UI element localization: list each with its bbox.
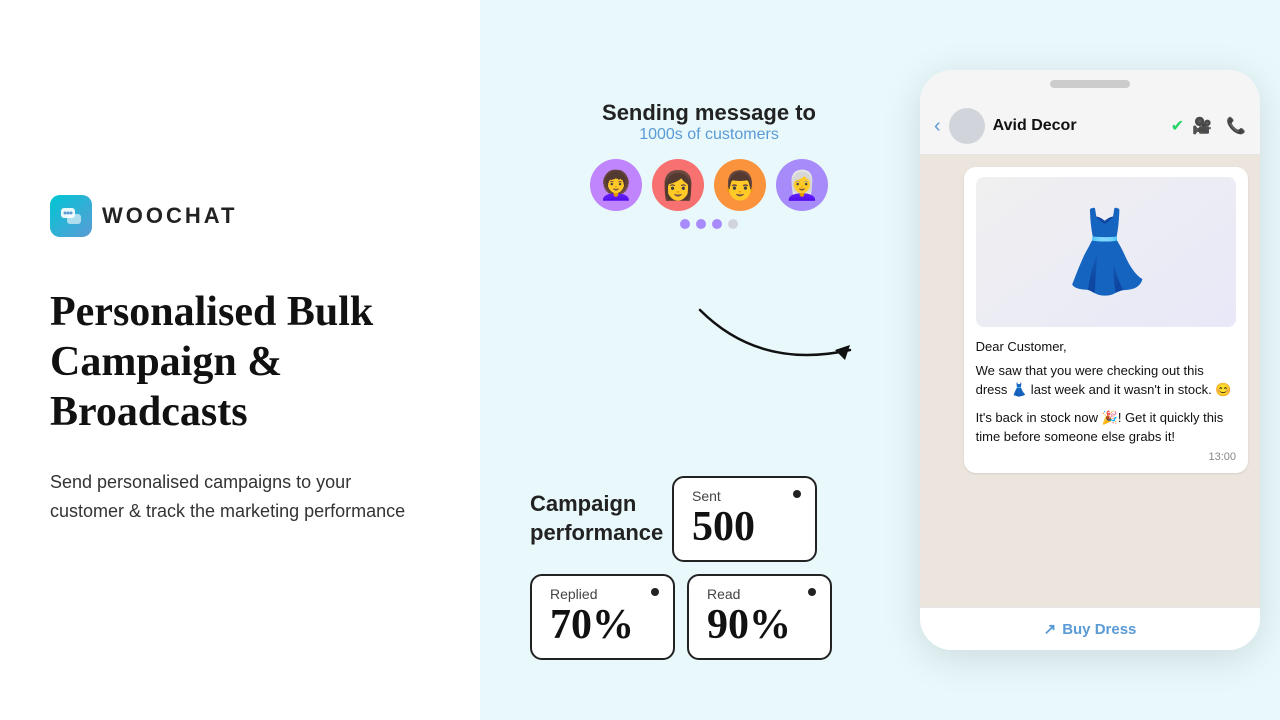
avatar-4: 👩‍🦳 xyxy=(776,159,828,211)
replied-label: Replied xyxy=(550,586,655,602)
read-dot xyxy=(808,588,816,596)
logo-text: WOOCHAT xyxy=(102,203,237,229)
phone-status-bar xyxy=(920,70,1260,98)
header-icons: 🎥 📞 xyxy=(1192,116,1246,136)
replied-value: 70% xyxy=(550,602,655,648)
headline: Personalised Bulk Campaign & Broadcasts xyxy=(50,287,430,438)
left-panel: WOOCHAT Personalised Bulk Campaign & Bro… xyxy=(0,0,480,720)
dot-1 xyxy=(680,219,690,229)
chat-bubble: 👗 Dear Customer, We saw that you were ch… xyxy=(964,167,1248,473)
stat-replied-card: Replied 70% xyxy=(530,574,675,660)
avatar-3: 👨 xyxy=(714,159,766,211)
phone-header: ‹ Avid Decor ✔ 🎥 📞 xyxy=(920,98,1260,155)
avatars-row: 👩‍🦱 👩 👨 👩‍🦳 xyxy=(590,159,828,211)
sending-block: Sending message to 1000s of customers 👩‍… xyxy=(590,100,828,229)
right-panel: Sending message to 1000s of customers 👩‍… xyxy=(480,0,1280,720)
dots-row xyxy=(590,219,828,229)
stats-top-row: Campaign performance Sent 500 xyxy=(530,476,832,562)
stat-read-card: Read 90% xyxy=(687,574,832,660)
chat-line3: It's back in stock now 🎉! Get it quickly… xyxy=(976,408,1236,447)
sending-subtitle: 1000s of customers xyxy=(590,126,828,144)
subtext: Send personalised campaigns to your cust… xyxy=(50,468,430,526)
buy-dress-bar[interactable]: ↗ Buy Dress xyxy=(920,607,1260,650)
sending-title: Sending message to xyxy=(590,100,828,126)
sent-dot xyxy=(793,490,801,498)
stat-sent-card: Sent 500 xyxy=(672,476,817,562)
avatar-1: 👩‍🦱 xyxy=(590,159,642,211)
sent-value: 500 xyxy=(692,504,797,550)
buy-dress-label: Buy Dress xyxy=(1062,621,1136,638)
replied-dot xyxy=(651,588,659,596)
chat-line2: We saw that you were checking out this d… xyxy=(976,361,1236,400)
phone-call-icon[interactable]: 📞 xyxy=(1226,116,1246,136)
read-value: 90% xyxy=(707,602,812,648)
campaign-label: Campaign performance xyxy=(530,490,660,547)
contact-avatar xyxy=(949,108,985,144)
read-label: Read xyxy=(707,586,812,602)
contact-name: Avid Decor xyxy=(993,117,1163,135)
stats-area: Campaign performance Sent 500 Replied 70… xyxy=(530,476,832,660)
sent-label: Sent xyxy=(692,488,797,504)
logo-icon xyxy=(50,195,92,237)
external-link-icon: ↗ xyxy=(1044,620,1057,638)
dot-3 xyxy=(712,219,722,229)
phone-chat: 👗 Dear Customer, We saw that you were ch… xyxy=(920,155,1260,607)
dot-4 xyxy=(728,219,738,229)
dress-image: 👗 xyxy=(976,177,1236,327)
back-arrow-icon[interactable]: ‹ xyxy=(934,115,941,138)
video-call-icon[interactable]: 🎥 xyxy=(1192,116,1212,136)
buy-dress-link[interactable]: ↗ Buy Dress xyxy=(932,620,1248,638)
verified-badge-icon: ✔ xyxy=(1171,116,1184,136)
phone-mockup: ‹ Avid Decor ✔ 🎥 📞 👗 Dear Customer, We s… xyxy=(920,70,1260,650)
arrow-svg xyxy=(680,290,880,390)
stats-bottom-row: Replied 70% Read 90% xyxy=(530,574,832,660)
avatar-2: 👩 xyxy=(652,159,704,211)
logo: WOOCHAT xyxy=(50,195,430,237)
dot-2 xyxy=(696,219,706,229)
phone-notch xyxy=(1050,80,1130,88)
chat-line1: Dear Customer, xyxy=(976,337,1236,357)
chat-time: 13:00 xyxy=(976,451,1236,463)
